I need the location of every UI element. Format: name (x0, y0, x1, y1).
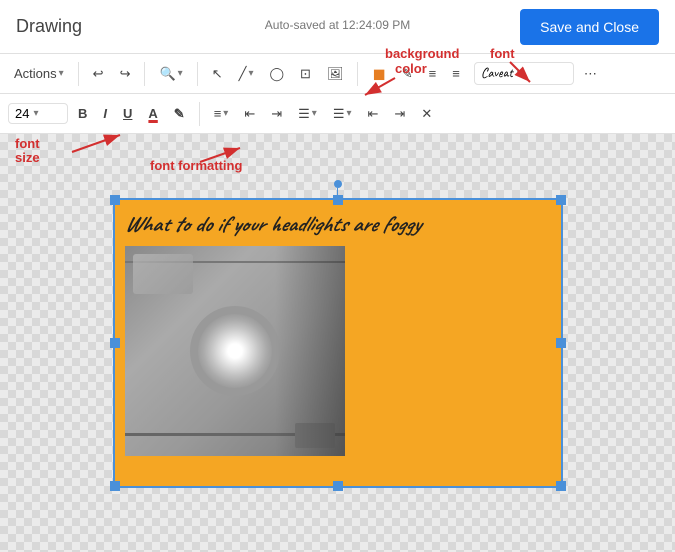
undo-button[interactable]: ↩ (87, 62, 110, 86)
top-connect-line (337, 188, 338, 200)
top-connect-dot[interactable] (334, 180, 342, 188)
handle-bot-mid[interactable] (333, 481, 343, 491)
more-icon: ⋯ (584, 66, 597, 82)
zoom-icon: 🔍 (159, 66, 175, 82)
car-shadow (275, 246, 345, 456)
handle-bot-left[interactable] (110, 481, 120, 491)
font-size-value: 24 (15, 106, 29, 121)
fill-icon: ◼ (372, 64, 385, 84)
zoom-button[interactable]: 🔍 ▾ (153, 62, 188, 86)
bold-button[interactable]: B (72, 102, 93, 125)
redo-button[interactable]: ↪ (114, 62, 137, 86)
indent-less-icon: ⇤ (368, 106, 379, 122)
separator (78, 62, 79, 86)
line-button[interactable]: ╱ ▾ (233, 62, 260, 86)
car-detail1 (133, 254, 193, 294)
separator2 (144, 62, 145, 86)
clear-format-icon: ✕ (421, 106, 432, 122)
handle-mid-left[interactable] (110, 338, 120, 348)
highlight-button[interactable]: ✎ (168, 102, 191, 126)
bold-icon: B (78, 106, 87, 121)
separator5 (199, 102, 200, 126)
underline-icon: U (123, 106, 132, 121)
line-icon: ╱ (239, 66, 247, 82)
car-body (125, 246, 345, 456)
increase-indent-button[interactable]: ⇥ (265, 102, 288, 126)
indent-less-button[interactable]: ⇤ (362, 102, 385, 126)
shape-button[interactable]: ◯ (263, 62, 290, 86)
separator3 (197, 62, 198, 86)
unordered-list-icon: ☰ (333, 106, 345, 122)
font-size-selector[interactable]: 24 ▾ (8, 103, 68, 124)
separator4 (357, 62, 358, 86)
app-title: Drawing (16, 16, 82, 37)
more-options-button[interactable]: ⋯ (578, 62, 603, 86)
italic-button[interactable]: I (97, 102, 113, 125)
drawing-box[interactable]: What to do if your headlights are foggy (113, 198, 563, 488)
image-button[interactable]: 🖼 (321, 62, 350, 86)
text-align-button[interactable]: ≡ ▾ (208, 102, 235, 125)
align-center-icon: ≡ (452, 66, 460, 81)
ordered-list-button[interactable]: ☰ ▾ (292, 102, 323, 126)
align-left-icon: ≡ (429, 66, 437, 81)
decrease-indent-button[interactable]: ⇤ (238, 102, 261, 126)
unordered-list-button[interactable]: ☰ ▾ (327, 102, 358, 126)
font-color-icon: A (148, 106, 157, 121)
header: Drawing Auto-saved at 12:24:09 PM Save a… (0, 0, 675, 54)
align-center-button[interactable]: ≡ (446, 62, 466, 85)
handle-bot-right[interactable] (556, 481, 566, 491)
actions-chevron: ▾ (59, 68, 64, 79)
handle-top-left[interactable] (110, 195, 120, 205)
image-icon: 🖼 (327, 66, 344, 82)
car-image (125, 246, 345, 456)
autosave-text: Auto-saved at 12:24:09 PM (265, 18, 410, 32)
textbox-icon: ⊡ (300, 66, 311, 82)
align-chevron: ▾ (223, 108, 228, 119)
undo-icon: ↩ (93, 66, 104, 82)
select-button[interactable]: ↖ (206, 62, 229, 86)
toolbar1: Actions ▾ ↩ ↪ 🔍 ▾ ↖ ╱ ▾ ◯ ⊡ 🖼 ◼ ✎ ≡ ≡ Ca… (0, 54, 675, 94)
text-align-icon: ≡ (214, 106, 222, 121)
drawing-title: What to do if your headlights are foggy (125, 210, 551, 238)
italic-icon: I (103, 106, 107, 121)
underline-button[interactable]: U (117, 102, 138, 125)
actions-label: Actions (14, 66, 57, 81)
font-name: Caveat (481, 65, 513, 82)
indent-more-button[interactable]: ⇥ (388, 102, 411, 126)
shape-icon: ◯ (269, 66, 284, 82)
font-color-button[interactable]: A (142, 102, 163, 125)
handle-top-right[interactable] (556, 195, 566, 205)
ol-chevron: ▾ (312, 108, 317, 119)
border-color-button[interactable]: ✎ (396, 62, 419, 86)
cursor-icon: ↖ (212, 66, 223, 82)
font-chevron: ▾ (517, 68, 522, 79)
font-selector[interactable]: Caveat ▾ (474, 62, 574, 85)
line-chevron: ▾ (248, 68, 253, 79)
headlight-inner (210, 326, 260, 376)
zoom-chevron: ▾ (178, 68, 183, 79)
ordered-list-icon: ☰ (298, 106, 310, 122)
handle-mid-right[interactable] (556, 338, 566, 348)
save-close-button[interactable]: Save and Close (520, 9, 659, 45)
font-size-chevron: ▾ (33, 108, 38, 119)
clear-format-button[interactable]: ✕ (415, 102, 438, 126)
decrease-indent-icon: ⇤ (244, 106, 255, 122)
redo-icon: ↪ (120, 66, 131, 82)
textbox-button[interactable]: ⊡ (294, 62, 317, 86)
headlight-ring (190, 306, 280, 396)
ul-chevron: ▾ (346, 108, 351, 119)
canvas-area[interactable]: What to do if your headlights are foggy (0, 134, 675, 552)
toolbar2: 24 ▾ B I U A ✎ ≡ ▾ ⇤ ⇥ ☰ ▾ ☰ ▾ ⇤ ⇥ ✕ (0, 94, 675, 134)
actions-button[interactable]: Actions ▾ (8, 62, 70, 85)
highlight-icon: ✎ (174, 106, 185, 122)
bg-color-button[interactable]: ◼ (366, 60, 391, 88)
align-left-button[interactable]: ≡ (423, 62, 443, 85)
pencil-icon: ✎ (402, 66, 413, 82)
indent-more-icon: ⇥ (394, 106, 405, 122)
increase-indent-icon: ⇥ (271, 106, 282, 122)
